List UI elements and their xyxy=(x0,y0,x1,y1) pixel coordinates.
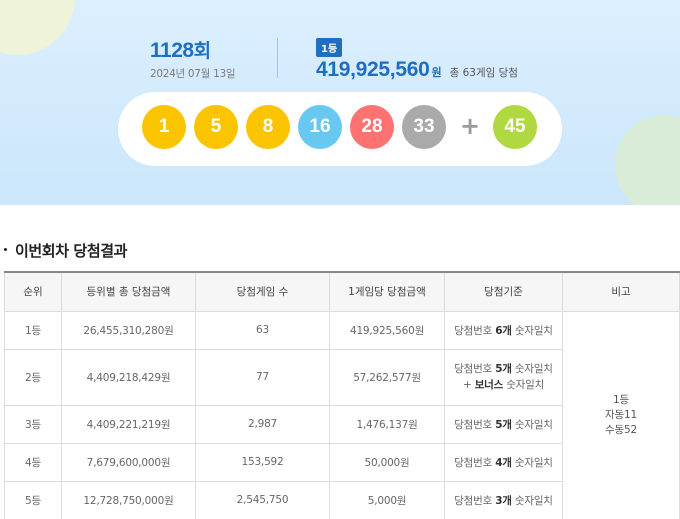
lotto-ball: 8 xyxy=(246,105,290,149)
total-amount-cell: 7,679,600,000원 xyxy=(61,442,196,482)
rank-cell: 4등 xyxy=(4,442,62,482)
winning-numbers: 1 5 8 16 28 33 + 45 xyxy=(118,92,562,166)
round-number: 1128회 xyxy=(150,39,211,62)
total-amount-cell: 4,409,221,219원 xyxy=(61,404,196,444)
rank-cell: 1등 xyxy=(4,310,62,350)
lotto-ball: 28 xyxy=(350,105,394,149)
winning-games-cell: 63 xyxy=(195,310,330,350)
decorative-circle xyxy=(0,0,75,55)
result-table: 순위 등위별 총 당첨금액 당첨게임 수 1게임당 당첨금액 당첨기준 비고 1… xyxy=(4,271,680,519)
criteria-cell: 당첨번호 4개 숫자일치 xyxy=(444,442,563,482)
lotto-ball: 1 xyxy=(142,105,186,149)
lotto-ball: 33 xyxy=(402,105,446,149)
winning-games-cell: 2,987 xyxy=(195,404,330,444)
column-header: 1게임당 당첨금액 xyxy=(329,271,445,312)
criteria-cell: 당첨번호 5개 숫자일치 + 보너스 숫자일치 xyxy=(444,348,563,406)
table-header-row: 순위 등위별 총 당첨금액 당첨게임 수 1게임당 당첨금액 당첨기준 비고 xyxy=(4,271,680,312)
note-cell: 1등 자동11 수동52 xyxy=(562,310,680,519)
winning-games-cell: 77 xyxy=(195,348,330,406)
criteria-cell: 당첨번호 6개 숫자일치 xyxy=(444,310,563,350)
lotto-ball: 16 xyxy=(298,105,342,149)
rank-badge: 1등 xyxy=(316,38,343,57)
first-prize-info: 1등 419,925,560 원 총 63게임 당첨 xyxy=(316,37,518,82)
criteria-cell: 당첨번호 3개 숫자일치 xyxy=(444,480,563,519)
per-game-amount-cell: 419,925,560원 xyxy=(329,310,445,350)
lotto-ball: 5 xyxy=(194,105,238,149)
round-info: 1128회 2024년 07월 13일 xyxy=(150,36,250,81)
currency-unit: 원 xyxy=(431,66,442,79)
per-game-amount-cell: 50,000원 xyxy=(329,442,445,482)
per-game-amount-cell: 57,262,577원 xyxy=(329,348,445,406)
per-game-amount-cell: 1,476,137원 xyxy=(329,404,445,444)
bullet-icon xyxy=(4,248,7,251)
total-amount-cell: 4,409,218,429원 xyxy=(61,348,196,406)
column-header: 등위별 총 당첨금액 xyxy=(61,271,196,312)
draw-hero-banner: 1128회 2024년 07월 13일 1등 419,925,560 원 총 63게… xyxy=(0,0,680,205)
first-prize-amount: 419,925,560 xyxy=(316,58,430,81)
bonus-ball: 45 xyxy=(493,105,537,149)
table-row: 1등 26,455,310,280원 63 419,925,560원 당첨번호 … xyxy=(4,310,680,519)
winner-count: 총 63게임 당첨 xyxy=(449,67,518,79)
criteria-cell: 당첨번호 5개 숫자일치 xyxy=(444,404,563,444)
total-amount-cell: 12,728,750,000원 xyxy=(61,480,196,519)
rank-cell: 2등 xyxy=(4,348,62,406)
plus-icon: + xyxy=(460,112,481,140)
winning-games-cell: 2,545,750 xyxy=(195,480,330,519)
column-header: 순위 xyxy=(4,271,62,312)
per-game-amount-cell: 5,000원 xyxy=(329,480,445,519)
decorative-circle xyxy=(615,115,680,205)
divider xyxy=(277,38,278,78)
rank-cell: 3등 xyxy=(4,404,62,444)
winning-games-cell: 153,592 xyxy=(195,442,330,482)
section-title: 이번회차 당첨결과 xyxy=(4,240,127,261)
rank-cell: 5등 xyxy=(4,480,62,519)
column-header: 당첨기준 xyxy=(444,271,563,312)
column-header: 당첨게임 수 xyxy=(195,271,330,312)
draw-date: 2024년 07월 13일 xyxy=(150,68,236,80)
column-header: 비고 xyxy=(562,271,680,312)
total-amount-cell: 26,455,310,280원 xyxy=(61,310,196,350)
